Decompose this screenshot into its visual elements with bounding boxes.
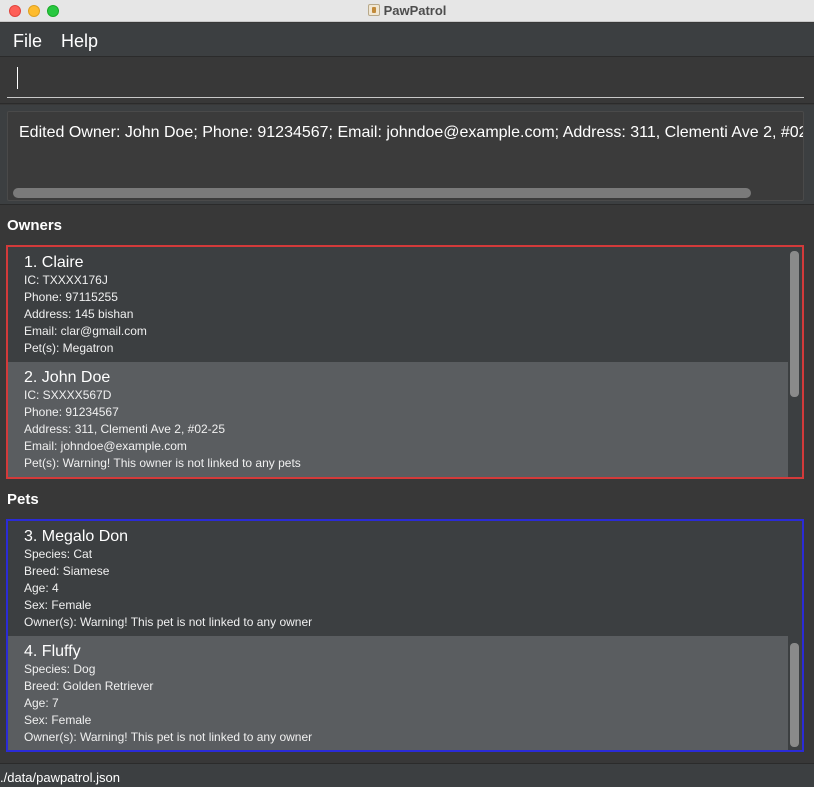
menu-file[interactable]: File	[13, 31, 42, 52]
owners-section-title: Owners	[7, 217, 63, 234]
owner-card[interactable]: 1. Claire IC: TXXXX176J Phone: 97115255 …	[8, 247, 788, 362]
pets-vertical-scrollbar[interactable]	[790, 643, 799, 747]
result-message: Edited Owner: John Doe; Phone: 91234567;…	[19, 124, 804, 141]
owner-phone: Phone: 91234567	[24, 405, 119, 419]
owner-phone: Phone: 97115255	[24, 290, 118, 304]
command-input[interactable]	[7, 66, 804, 98]
owner-email: Email: johndoe@example.com	[24, 439, 187, 453]
pet-owners: Owner(s): Warning! This pet is not linke…	[24, 615, 313, 629]
pet-card-selected[interactable]: 4. Fluffy Species: Dog Breed: Golden Ret…	[8, 636, 788, 750]
owner-address: Address: 311, Clementi Ave 2, #02-25	[24, 422, 226, 436]
title-bar: PawPatrol	[0, 0, 814, 22]
pets-list: 3. Megalo Don Species: Cat Breed: Siames…	[6, 519, 804, 752]
pet-age: Age: 7	[24, 696, 59, 710]
window-title-group: PawPatrol	[0, 3, 814, 18]
owners-vertical-scrollbar[interactable]	[790, 251, 799, 397]
pet-species: Species: Dog	[24, 662, 96, 676]
app-window: PawPatrol File Help Edited Owner: John D…	[0, 0, 814, 787]
app-icon	[367, 4, 380, 16]
menu-bar: File Help	[0, 23, 814, 57]
pet-name: 4. Fluffy	[24, 643, 81, 660]
pet-species: Species: Cat	[24, 547, 93, 561]
owner-ic: IC: SXXXX567D	[24, 388, 112, 402]
pet-breed: Breed: Golden Retriever	[24, 679, 154, 693]
result-horizontal-scrollbar[interactable]	[13, 188, 751, 198]
text-caret	[17, 67, 18, 89]
owners-list: 1. Claire IC: TXXXX176J Phone: 97115255 …	[6, 245, 804, 479]
result-display: Edited Owner: John Doe; Phone: 91234567;…	[7, 111, 804, 201]
pet-age: Age: 4	[24, 581, 59, 595]
pet-sex: Sex: Female	[24, 713, 92, 727]
window-title: PawPatrol	[383, 3, 447, 18]
owner-address: Address: 145 bishan	[24, 307, 134, 321]
owner-pets: Pet(s): Warning! This owner is not linke…	[24, 456, 301, 470]
status-bar: ./data/pawpatrol.json	[0, 763, 814, 787]
pet-sex: Sex: Female	[24, 598, 92, 612]
pet-owners: Owner(s): Warning! This pet is not linke…	[24, 730, 313, 744]
owner-email: Email: clar@gmail.com	[24, 324, 147, 338]
result-display-area: Edited Owner: John Doe; Phone: 91234567;…	[0, 105, 814, 205]
menu-help[interactable]: Help	[61, 31, 98, 52]
pets-section-title: Pets	[7, 491, 39, 508]
pet-breed: Breed: Siamese	[24, 564, 110, 578]
pet-card[interactable]: 3. Megalo Don Species: Cat Breed: Siames…	[8, 521, 788, 636]
owner-card-selected[interactable]: 2. John Doe IC: SXXXX567D Phone: 9123456…	[8, 362, 788, 477]
owner-ic: IC: TXXXX176J	[24, 273, 108, 287]
owner-pets: Pet(s): Megatron	[24, 341, 114, 355]
owner-name: 2. John Doe	[24, 369, 111, 386]
command-box	[0, 58, 814, 104]
pet-name: 3. Megalo Don	[24, 528, 129, 545]
save-location-path: ./data/pawpatrol.json	[0, 770, 120, 785]
owner-name: 1. Claire	[24, 254, 84, 271]
